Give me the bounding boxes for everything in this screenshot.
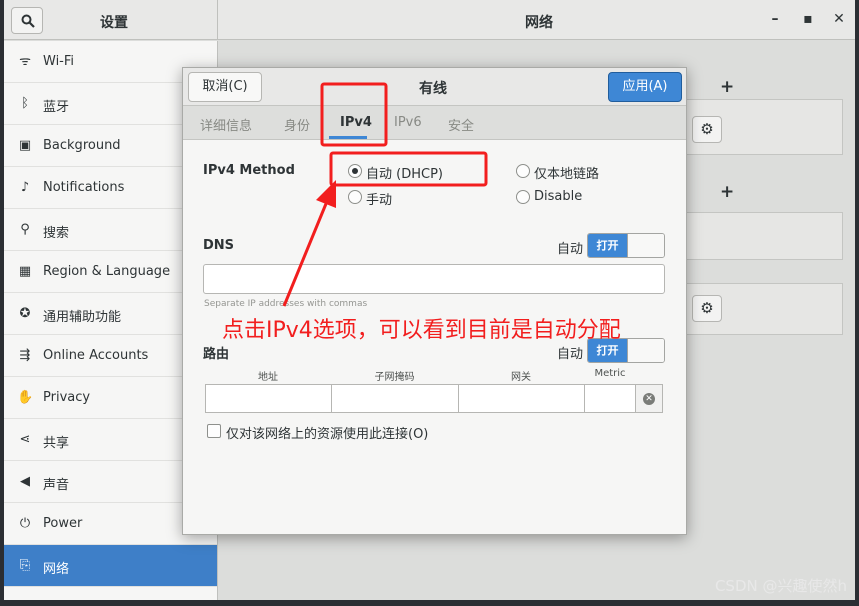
column-header-metric: Metric [594,368,626,379]
sidebar-item-label: Online Accounts [43,348,149,363]
background-icon: ▣ [18,138,32,153]
online-accounts-icon: ⇶ [19,348,31,363]
sidebar-item-label: Notifications [43,180,125,195]
method-link-local-label[interactable]: 仅本地链路 [534,163,599,182]
clear-route-button[interactable]: ✕ [635,384,663,413]
sidebar-title: 设置 [100,15,128,31]
dns-input[interactable] [203,264,665,294]
dialog-header: 取消(C) 有线 应用(A) [183,68,686,106]
close-button[interactable]: ✕ [831,11,847,27]
switch-knob [627,339,664,362]
accessibility-icon: ✪ [19,306,31,321]
add-connection-button[interactable]: + [720,77,734,97]
method-manual-radio[interactable] [348,190,362,204]
tab-bar: 详细信息 身份 IPv4 IPv6 安全 [183,106,686,140]
column-header-gateway: 网关 [511,372,531,383]
bell-icon: ♪ [20,180,30,195]
tab-identity[interactable]: 身份 [284,115,310,134]
sidebar-item-label: Power [43,516,83,531]
hand-icon: ✋ [17,390,34,405]
bluetooth-icon: ᛒ [21,96,29,111]
minimize-button[interactable]: – [767,11,783,27]
header-bar: 设置 网络 – ▪ ✕ [4,0,855,40]
ipv4-method-label: IPv4 Method [203,163,295,178]
search-icon: ⚲ [20,222,30,237]
switch-on-label: 打开 [588,234,627,257]
routes-label: 路由 [203,347,230,362]
apply-button[interactable]: 应用(A) [608,72,682,102]
cancel-button[interactable]: 取消(C) [188,72,262,102]
sidebar-item-label: Wi-Fi [43,54,75,69]
search-icon [21,14,35,28]
add-vpn-button[interactable]: + [720,182,734,202]
sidebar-item-label: 蓝牙 [43,100,70,115]
active-tab-indicator [329,136,367,139]
annotation-text: 点击IPv4选项，可以看到目前是自动分配 [222,318,621,343]
sidebar-item-label: Background [43,138,121,153]
routes-auto-label: 自动 [557,347,584,362]
share-icon: ⋖ [19,432,31,447]
only-local-label[interactable]: 仅对该网络上的资源使用此连接(O) [226,423,428,442]
proxy-settings-button[interactable]: ⚙ [692,295,722,322]
vpn-section [685,212,843,260]
route-netmask-input[interactable] [331,384,459,413]
sidebar-item-label: 搜索 [43,226,70,241]
tab-details[interactable]: 详细信息 [200,115,252,134]
column-header-address: 地址 [258,372,278,383]
method-link-local-radio[interactable] [516,164,530,178]
sidebar-item-label: 声音 [43,478,70,493]
dialog-title: 有线 [419,81,447,97]
dns-label: DNS [203,238,235,253]
sidebar-item-network[interactable]: ⎘ 网络 [4,545,217,587]
search-button[interactable] [11,7,43,34]
dns-auto-switch[interactable]: 打开 [587,233,665,258]
maximize-button[interactable]: ▪ [800,11,816,27]
dns-auto-label: 自动 [557,242,584,257]
wired-settings-dialog: 取消(C) 有线 应用(A) 详细信息 身份 IPv4 IPv6 安全 IPv4… [182,67,687,535]
region-icon: ▦ [18,264,32,279]
only-local-checkbox[interactable] [207,424,221,438]
method-manual-label[interactable]: 手动 [366,189,392,208]
route-address-input[interactable] [205,384,332,413]
sidebar-header: 设置 [4,0,218,40]
wifi-icon: ᯤ [19,54,31,69]
column-header-netmask: 子网掩码 [374,372,415,383]
tab-ipv6[interactable]: IPv6 [394,115,422,130]
sidebar-item-label: 网络 [43,562,70,577]
method-disable-radio[interactable] [516,190,530,204]
switch-knob [627,234,664,257]
dns-hint: Separate IP addresses with commas [204,299,368,309]
tab-security[interactable]: 安全 [448,115,474,134]
route-gateway-input[interactable] [458,384,585,413]
method-auto-label[interactable]: 自动 (DHCP) [366,163,443,182]
speaker-icon: ◀ [20,474,30,489]
tab-ipv4[interactable]: IPv4 [340,115,372,130]
network-icon: ⎘ [19,558,31,573]
panel-title: 网络 [525,15,553,31]
method-disable-label[interactable]: Disable [534,189,582,204]
power-icon: ⏻ [19,516,31,531]
gear-icon: ⚙ [700,120,714,138]
route-metric-input[interactable] [584,384,636,413]
method-auto-radio[interactable] [348,164,362,178]
gear-icon: ⚙ [700,299,714,317]
sidebar-item-label: 共享 [43,436,70,451]
sidebar-item-label: Region & Language [43,264,171,279]
sidebar-item-label: Privacy [43,390,91,405]
wired-settings-button[interactable]: ⚙ [692,116,722,143]
close-icon: ✕ [643,393,655,405]
watermark: CSDN @兴趣使然h [714,577,847,595]
sidebar-item-label: 通用辅助功能 [43,310,122,325]
